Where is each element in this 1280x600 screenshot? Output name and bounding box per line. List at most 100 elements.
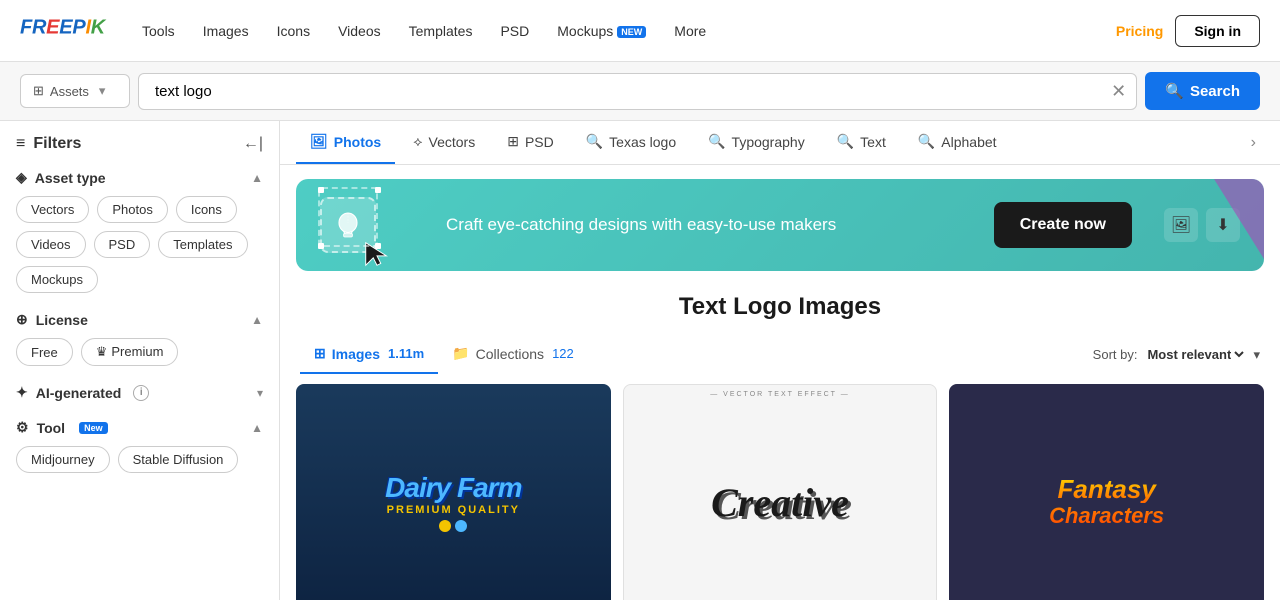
creative-text: Creative bbox=[711, 479, 849, 526]
banner-text: Craft eye-catching designs with easy-to-… bbox=[396, 215, 974, 235]
chip-free[interactable]: Free bbox=[16, 338, 73, 366]
chip-icons[interactable]: Icons bbox=[176, 196, 237, 223]
results-tab-images[interactable]: ⊞ Images 1.11m bbox=[300, 335, 438, 374]
tool-toggle: ▲ bbox=[251, 421, 263, 435]
promo-banner: Craft eye-catching designs with easy-to-… bbox=[296, 179, 1264, 271]
tool-icon: ⚙ bbox=[16, 419, 29, 436]
chip-premium[interactable]: ♛Premium bbox=[81, 338, 179, 366]
license-section: ⊕ License ▲ Free ♛Premium bbox=[16, 311, 263, 366]
pricing-link[interactable]: Pricing bbox=[1116, 23, 1163, 39]
chip-stable-diffusion[interactable]: Stable Diffusion bbox=[118, 446, 239, 473]
top-navigation: FREEPIK Tools Images Icons Videos Templa… bbox=[0, 0, 1280, 62]
asset-type-icon: ◈ bbox=[16, 169, 27, 186]
filter-tabs: 🖼 Photos ⟡ Vectors ⊞ PSD 🔍 Texas logo 🔍 … bbox=[280, 121, 1280, 165]
asset-type-chips: Vectors Photos Icons Videos PSD Template… bbox=[16, 196, 263, 293]
search-button[interactable]: 🔍 Search bbox=[1145, 72, 1260, 110]
svg-text:FREEPIK: FREEPIK bbox=[20, 17, 107, 39]
dropdown-chevron-icon: ▾ bbox=[99, 83, 106, 99]
chip-vectors[interactable]: Vectors bbox=[16, 196, 89, 223]
filter-tab-texas[interactable]: 🔍 Texas logo bbox=[572, 121, 690, 164]
asset-type-toggle: ▲ bbox=[251, 171, 263, 185]
license-toggle: ▲ bbox=[251, 313, 263, 327]
filter-tab-typography[interactable]: 🔍 Typography bbox=[694, 121, 819, 164]
filter-tab-psd[interactable]: ⊞ PSD bbox=[493, 121, 568, 164]
chip-midjourney[interactable]: Midjourney bbox=[16, 446, 110, 473]
ai-icon: ✦ bbox=[16, 384, 28, 401]
dairy-subtitle: PREMIUM QUALITY bbox=[385, 504, 521, 516]
search-icon-typography: 🔍 bbox=[708, 133, 725, 150]
results-tab-collections[interactable]: 📁 Collections 122 bbox=[438, 335, 588, 374]
main-nav: Tools Images Icons Videos Templates PSD … bbox=[130, 17, 1116, 45]
nav-icons[interactable]: Icons bbox=[265, 17, 322, 45]
asset-dropdown[interactable]: ⊞ Assets ▾ bbox=[20, 74, 130, 108]
nav-mockups[interactable]: MockupsNEW bbox=[545, 17, 658, 45]
ai-generated-header[interactable]: ✦ AI-generated i ▾ bbox=[16, 384, 263, 401]
license-chips: Free ♛Premium bbox=[16, 338, 263, 366]
image-card-creative[interactable]: — VECTOR TEXT EFFECT — Creative — FULLY … bbox=[623, 384, 938, 600]
create-now-button[interactable]: Create now bbox=[994, 202, 1132, 248]
image-grid: Dairy Farm PREMIUM QUALITY — VECTOR TEXT… bbox=[280, 384, 1280, 600]
asset-type-title: ◈ Asset type bbox=[16, 169, 106, 186]
creative-header-text: — VECTOR TEXT EFFECT — bbox=[710, 391, 850, 398]
crown-icon: ♛ bbox=[96, 344, 108, 359]
fantasy-line1: Fantasy bbox=[1049, 475, 1164, 504]
license-icon: ⊕ bbox=[16, 311, 28, 328]
chip-psd[interactable]: PSD bbox=[94, 231, 151, 258]
new-badge: NEW bbox=[617, 26, 646, 38]
filter-tab-vectors[interactable]: ⟡ Vectors bbox=[399, 121, 489, 164]
search-input[interactable] bbox=[149, 74, 1111, 109]
asset-label: Assets bbox=[50, 84, 89, 99]
filter-tabs-next[interactable]: › bbox=[1243, 126, 1264, 160]
nav-right: Pricing Sign in bbox=[1116, 15, 1260, 47]
filter-tab-text[interactable]: 🔍 Text bbox=[823, 121, 900, 164]
search-input-wrap: ✕ bbox=[138, 73, 1137, 110]
search-bar: ⊞ Assets ▾ ✕ 🔍 Search bbox=[0, 62, 1280, 121]
results-tab-group: ⊞ Images 1.11m 📁 Collections 122 bbox=[300, 335, 588, 374]
sidebar-title: ≡ Filters bbox=[16, 135, 81, 153]
chip-mockups[interactable]: Mockups bbox=[16, 266, 98, 293]
collections-count: 122 bbox=[552, 346, 574, 361]
tool-section: ⚙ Tool New ▲ Midjourney Stable Diffusion bbox=[16, 419, 263, 473]
chip-photos[interactable]: Photos bbox=[97, 196, 167, 223]
asset-type-header[interactable]: ◈ Asset type ▲ bbox=[16, 169, 263, 186]
asset-type-section: ◈ Asset type ▲ Vectors Photos Icons Vide… bbox=[16, 169, 263, 293]
sort-select[interactable]: Most relevant Newest Most popular bbox=[1143, 346, 1247, 363]
filter-tab-alphabet[interactable]: 🔍 Alphabet bbox=[904, 121, 1011, 164]
sort-chevron-icon: ▾ bbox=[1253, 347, 1260, 363]
nav-videos[interactable]: Videos bbox=[326, 17, 393, 45]
psd-icon: ⊞ bbox=[507, 133, 519, 150]
main-layout: ≡ Filters ←| ◈ Asset type ▲ Vectors Phot… bbox=[0, 121, 1280, 600]
tool-header[interactable]: ⚙ Tool New ▲ bbox=[16, 419, 263, 436]
image-card-fantasy[interactable]: Fantasy Characters bbox=[949, 384, 1264, 600]
images-icon: ⊞ bbox=[314, 345, 326, 362]
filter-icon: ≡ bbox=[16, 135, 25, 153]
results-tabs-row: ⊞ Images 1.11m 📁 Collections 122 Sort by… bbox=[280, 335, 1280, 384]
search-icon-alphabet: 🔍 bbox=[918, 133, 935, 150]
collapse-sidebar-button[interactable]: ←| bbox=[243, 135, 263, 153]
info-icon: i bbox=[133, 385, 149, 401]
sidebar: ≡ Filters ←| ◈ Asset type ▲ Vectors Phot… bbox=[0, 121, 280, 600]
asset-icon: ⊞ bbox=[33, 83, 44, 99]
nav-templates[interactable]: Templates bbox=[397, 17, 485, 45]
tool-new-badge: New bbox=[79, 422, 108, 434]
dairy-farm-text: Dairy Farm PREMIUM QUALITY bbox=[385, 472, 521, 532]
sort-label: Sort by: bbox=[1093, 347, 1138, 362]
nav-more[interactable]: More bbox=[662, 17, 718, 45]
chip-videos[interactable]: Videos bbox=[16, 231, 86, 258]
search-icon-text: 🔍 bbox=[837, 133, 854, 150]
tool-chips: Midjourney Stable Diffusion bbox=[16, 446, 263, 473]
banner-triangle bbox=[1214, 179, 1264, 259]
fantasy-line2: Characters bbox=[1049, 503, 1164, 529]
tool-title: ⚙ Tool New bbox=[16, 419, 108, 436]
chip-templates[interactable]: Templates bbox=[158, 231, 247, 258]
dairy-title: Dairy Farm bbox=[385, 472, 521, 504]
logo[interactable]: FREEPIK bbox=[20, 11, 130, 50]
image-card-dairy-farm[interactable]: Dairy Farm PREMIUM QUALITY bbox=[296, 384, 611, 600]
nav-psd[interactable]: PSD bbox=[488, 17, 541, 45]
signin-button[interactable]: Sign in bbox=[1175, 15, 1260, 47]
nav-images[interactable]: Images bbox=[191, 17, 261, 45]
clear-button[interactable]: ✕ bbox=[1111, 81, 1126, 102]
license-header[interactable]: ⊕ License ▲ bbox=[16, 311, 263, 328]
filter-tab-photos[interactable]: 🖼 Photos bbox=[296, 121, 395, 164]
nav-tools[interactable]: Tools bbox=[130, 17, 187, 45]
